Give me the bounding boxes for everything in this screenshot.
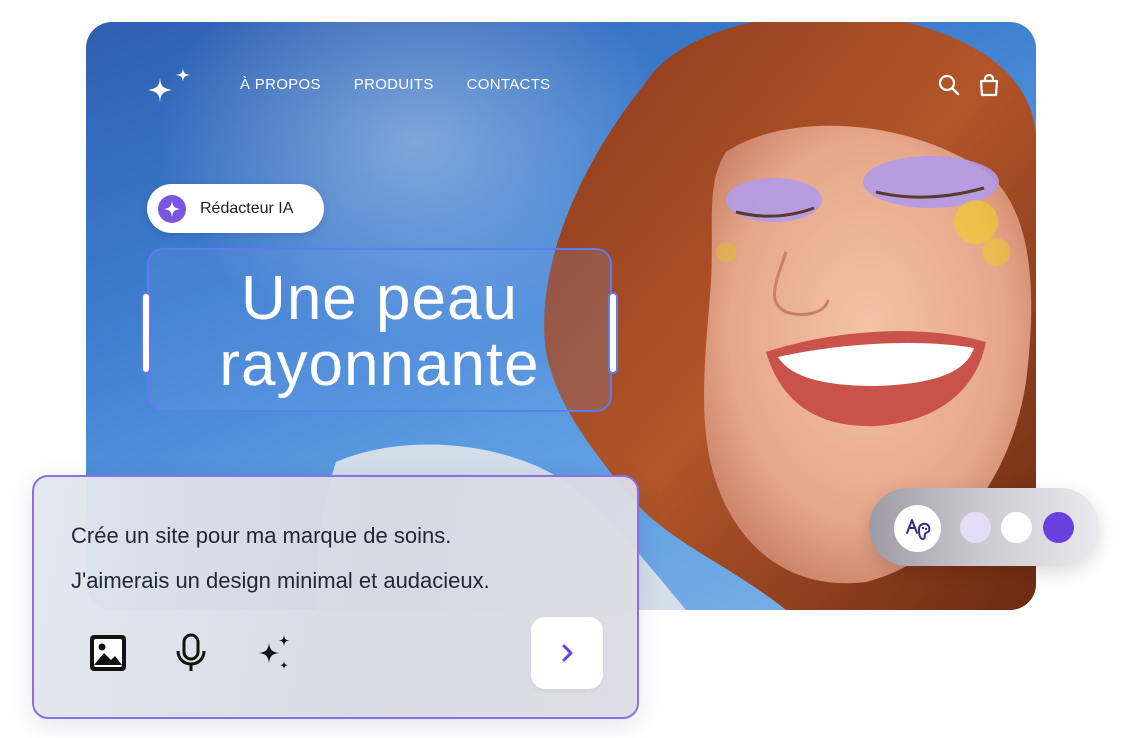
ai-writer-badge[interactable]: Rédacteur IA: [147, 184, 324, 233]
nav-item-a-propos[interactable]: À PROPOS: [240, 76, 321, 93]
nav-item-contacts[interactable]: CONTACTS: [467, 76, 551, 93]
font-palette-icon: [905, 518, 930, 540]
chevron-right-icon: [562, 644, 573, 662]
microphone-icon[interactable]: [171, 633, 211, 673]
search-icon[interactable]: [936, 72, 962, 98]
main-nav: À PROPOS PRODUITS CONTACTS: [240, 76, 550, 93]
font-palette-button[interactable]: [894, 505, 941, 552]
sparkles-icon[interactable]: [255, 633, 295, 673]
nav-item-produits[interactable]: PRODUITS: [354, 76, 434, 93]
send-button[interactable]: [531, 617, 603, 689]
ai-prompt-card[interactable]: Crée un site pour ma marque de soins. J'…: [32, 475, 639, 719]
headline-line-2: rayonnante: [219, 330, 540, 399]
hero-headline[interactable]: Une peau rayonnante: [149, 266, 610, 398]
prompt-line-1: Crée un site pour ma marque de soins.: [71, 523, 452, 548]
shopping-bag-icon[interactable]: [976, 72, 1002, 98]
headline-line-1: Une peau: [241, 264, 518, 333]
swatch-white[interactable]: [1001, 512, 1032, 543]
swatch-lavender[interactable]: [960, 512, 991, 543]
ai-writer-label: Rédacteur IA: [200, 199, 294, 217]
prompt-line-2: J'aimerais un design minimal et audacieu…: [71, 568, 490, 593]
prompt-text[interactable]: Crée un site pour ma marque de soins. J'…: [71, 513, 490, 603]
brand-logo-icon[interactable]: [146, 66, 198, 106]
image-icon[interactable]: [88, 633, 128, 673]
swatch-violet[interactable]: [1043, 512, 1074, 543]
theme-palette-picker: [869, 488, 1099, 566]
nav-icons: [936, 72, 1002, 98]
sparkle-icon: [158, 194, 186, 223]
headline-selection-box[interactable]: Une peau rayonnante: [141, 248, 618, 412]
